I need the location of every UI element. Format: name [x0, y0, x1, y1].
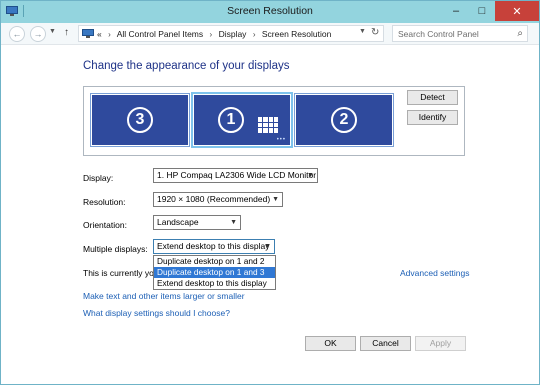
maximize-button[interactable]: □	[469, 1, 495, 21]
multiple-displays-options: Duplicate desktop on 1 and 2 Duplicate d…	[153, 255, 276, 290]
forward-arrow-icon[interactable]: →	[30, 26, 46, 42]
monitor-3[interactable]: 3	[90, 93, 190, 147]
apply-button[interactable]: Apply	[415, 336, 466, 351]
breadcrumb-separator-icon: ›	[108, 30, 111, 39]
monitor-number: 1	[218, 107, 244, 133]
chevron-down-icon: ▼	[272, 196, 279, 203]
multiple-displays-label: Multiple displays:	[83, 244, 148, 254]
multiple-displays-select[interactable]: Extend desktop to this display ▼	[153, 239, 275, 254]
breadcrumb-separator-icon: ›	[209, 30, 213, 39]
multiple-displays-value: Extend desktop to this display	[157, 241, 270, 251]
navigation-bar: ← → ▼ ↑ « › All Control Panel Items › Di…	[1, 23, 539, 45]
text-size-link[interactable]: Make text and other items larger or smal…	[83, 291, 245, 301]
breadcrumb-separator-icon: ›	[252, 30, 256, 39]
display-settings-help-link[interactable]: What display settings should I choose?	[83, 308, 230, 318]
cancel-button[interactable]: Cancel	[360, 336, 411, 351]
option-duplicate-1-2[interactable]: Duplicate desktop on 1 and 2	[154, 256, 275, 267]
breadcrumb-overflow[interactable]: «	[97, 29, 102, 39]
screen-resolution-window: Screen Resolution – □ ✕ ← → ▼ ↑ « › All …	[0, 0, 540, 385]
identify-button[interactable]: Identify	[407, 110, 458, 125]
refresh-icon[interactable]: ↻	[371, 27, 379, 38]
ok-button[interactable]: OK	[305, 336, 356, 351]
chevron-down-icon: ▼	[230, 219, 237, 226]
chevron-down-icon: ▼	[307, 172, 314, 179]
title-bar[interactable]: Screen Resolution – □ ✕	[1, 1, 539, 23]
chevron-down-icon: ▼	[264, 243, 271, 250]
display-value: 1. HP Compaq LA2306 Wide LCD Monitor	[157, 170, 317, 180]
resolution-value: 1920 × 1080 (Recommended)	[157, 194, 271, 204]
monitor-1[interactable]: 1 •••	[191, 92, 293, 148]
up-arrow-icon[interactable]: ↑	[64, 27, 69, 38]
search-input[interactable]: Search Control Panel ⌕	[392, 25, 528, 42]
orientation-value: Landscape	[157, 217, 199, 227]
option-duplicate-1-3[interactable]: Duplicate desktop on 1 and 3	[154, 267, 275, 278]
orientation-select[interactable]: Landscape ▼	[153, 215, 241, 230]
detect-button[interactable]: Detect	[407, 90, 458, 105]
address-bar[interactable]: « › All Control Panel Items › Display › …	[78, 25, 384, 42]
monitor-dots-icon: •••	[276, 137, 286, 143]
status-text: This is currently you	[83, 268, 159, 278]
minimize-button[interactable]: –	[443, 1, 469, 21]
back-arrow-icon[interactable]: ←	[9, 26, 25, 42]
breadcrumb-item-screen-resolution[interactable]: Screen Resolution	[262, 29, 331, 39]
search-icon[interactable]: ⌕	[517, 28, 523, 39]
main-content: Change the appearance of your displays 3…	[1, 46, 539, 384]
orientation-label: Orientation:	[83, 220, 127, 230]
breadcrumb-item-display[interactable]: Display	[219, 29, 247, 39]
breadcrumb-item-all-control-panel-items[interactable]: All Control Panel Items	[117, 29, 203, 39]
close-button[interactable]: ✕	[495, 1, 539, 21]
page-title: Change the appearance of your displays	[83, 60, 290, 72]
display-select[interactable]: 1. HP Compaq LA2306 Wide LCD Monitor ▼	[153, 168, 318, 183]
control-panel-icon	[82, 29, 94, 38]
address-dropdown-icon[interactable]: ▼	[359, 28, 366, 35]
monitor-number: 3	[127, 107, 153, 133]
breadcrumb: « › All Control Panel Items › Display › …	[97, 29, 331, 39]
monitor-2[interactable]: 2	[294, 93, 394, 147]
start-screen-icon	[258, 117, 278, 133]
option-extend-desktop[interactable]: Extend desktop to this display	[154, 278, 275, 289]
resolution-label: Resolution:	[83, 197, 126, 207]
display-label: Display:	[83, 173, 114, 183]
recent-locations-chevron-icon[interactable]: ▼	[49, 28, 56, 35]
advanced-settings-link[interactable]: Advanced settings	[400, 268, 469, 278]
search-placeholder: Search Control Panel	[398, 29, 479, 39]
resolution-select[interactable]: 1920 × 1080 (Recommended) ▼	[153, 192, 283, 207]
monitor-number: 2	[331, 107, 357, 133]
